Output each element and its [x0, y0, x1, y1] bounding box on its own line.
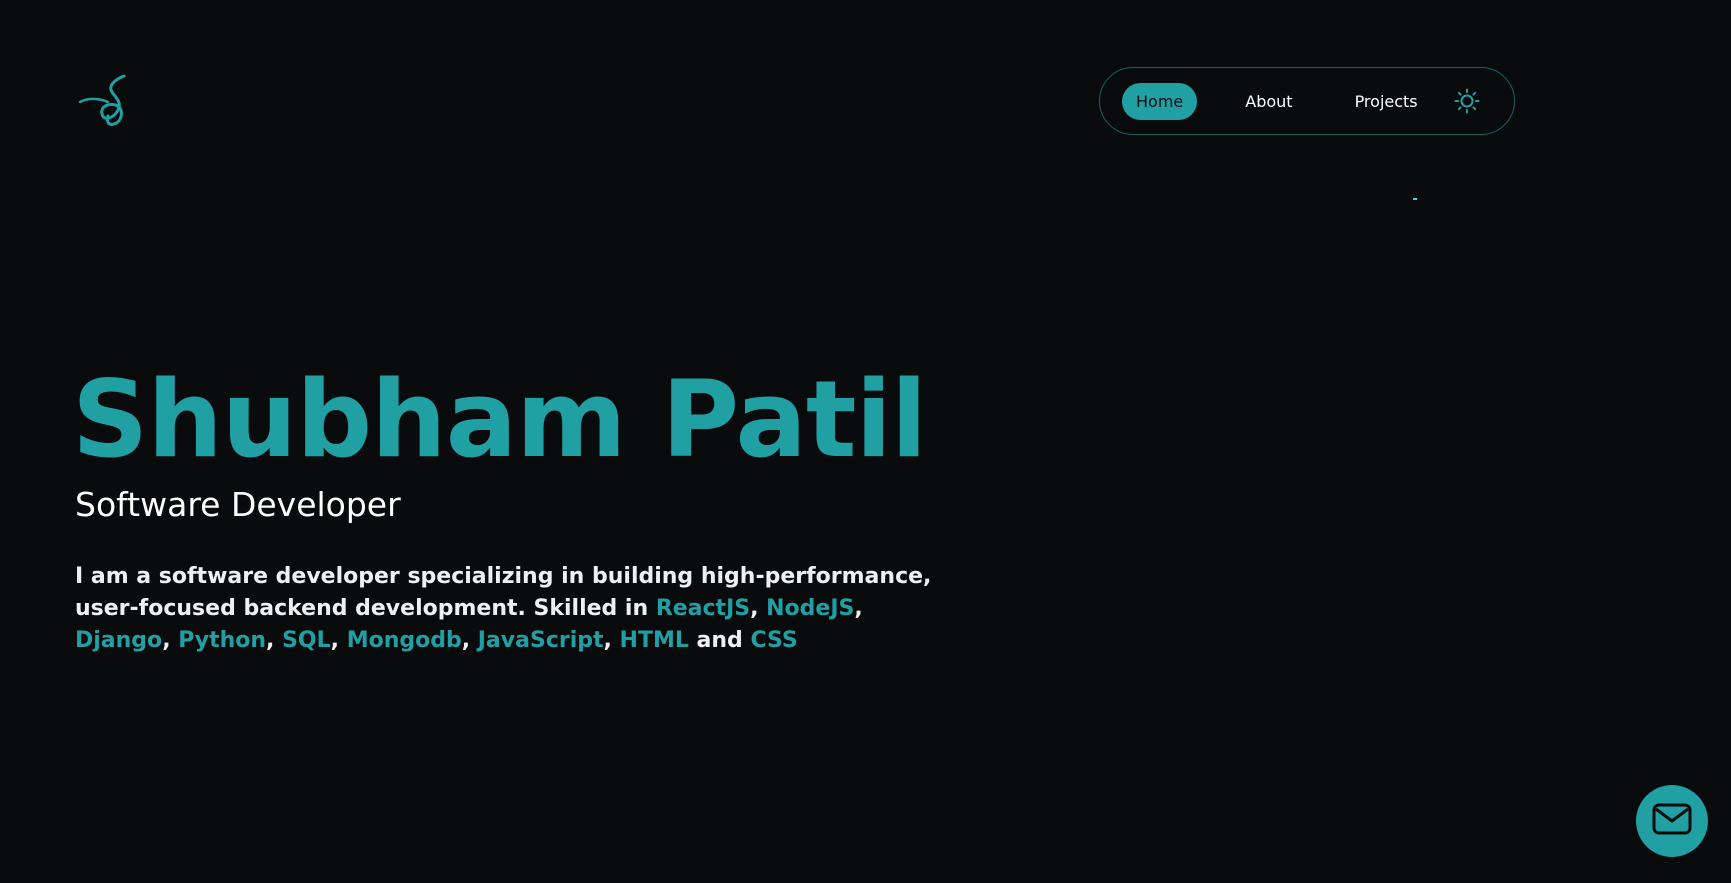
- hero-role: Software Developer: [75, 485, 401, 524]
- sun-icon[interactable]: [1454, 88, 1480, 114]
- skill-python: Python: [178, 628, 267, 653]
- nav-home[interactable]: Home: [1122, 82, 1198, 120]
- skill-css: CSS: [750, 628, 798, 653]
- nav-about[interactable]: About: [1231, 83, 1306, 120]
- skill-reactjs: ReactJS: [655, 596, 751, 621]
- skill-html: HTML: [619, 628, 689, 653]
- main-nav: Home About Projects: [1099, 67, 1515, 135]
- decorative-dot: [1413, 198, 1417, 200]
- nav-projects[interactable]: Projects: [1341, 83, 1432, 120]
- skill-javascript: JavaScript: [477, 628, 604, 653]
- page: Home About Projects Shubham Patil Softwa…: [0, 0, 1731, 883]
- hero-description: I am a software developer specializing i…: [75, 564, 932, 653]
- signature-logo-icon[interactable]: [78, 72, 128, 128]
- skill-mongodb: Mongodb: [346, 628, 462, 653]
- hero-name: Shubham Patil: [72, 358, 927, 481]
- mail-icon: [1652, 803, 1692, 839]
- skill-sql: SQL: [282, 628, 331, 653]
- skill-nodejs: NodeJS: [766, 596, 855, 621]
- contact-mail-button[interactable]: [1636, 785, 1708, 857]
- skill-django: Django: [75, 628, 163, 653]
